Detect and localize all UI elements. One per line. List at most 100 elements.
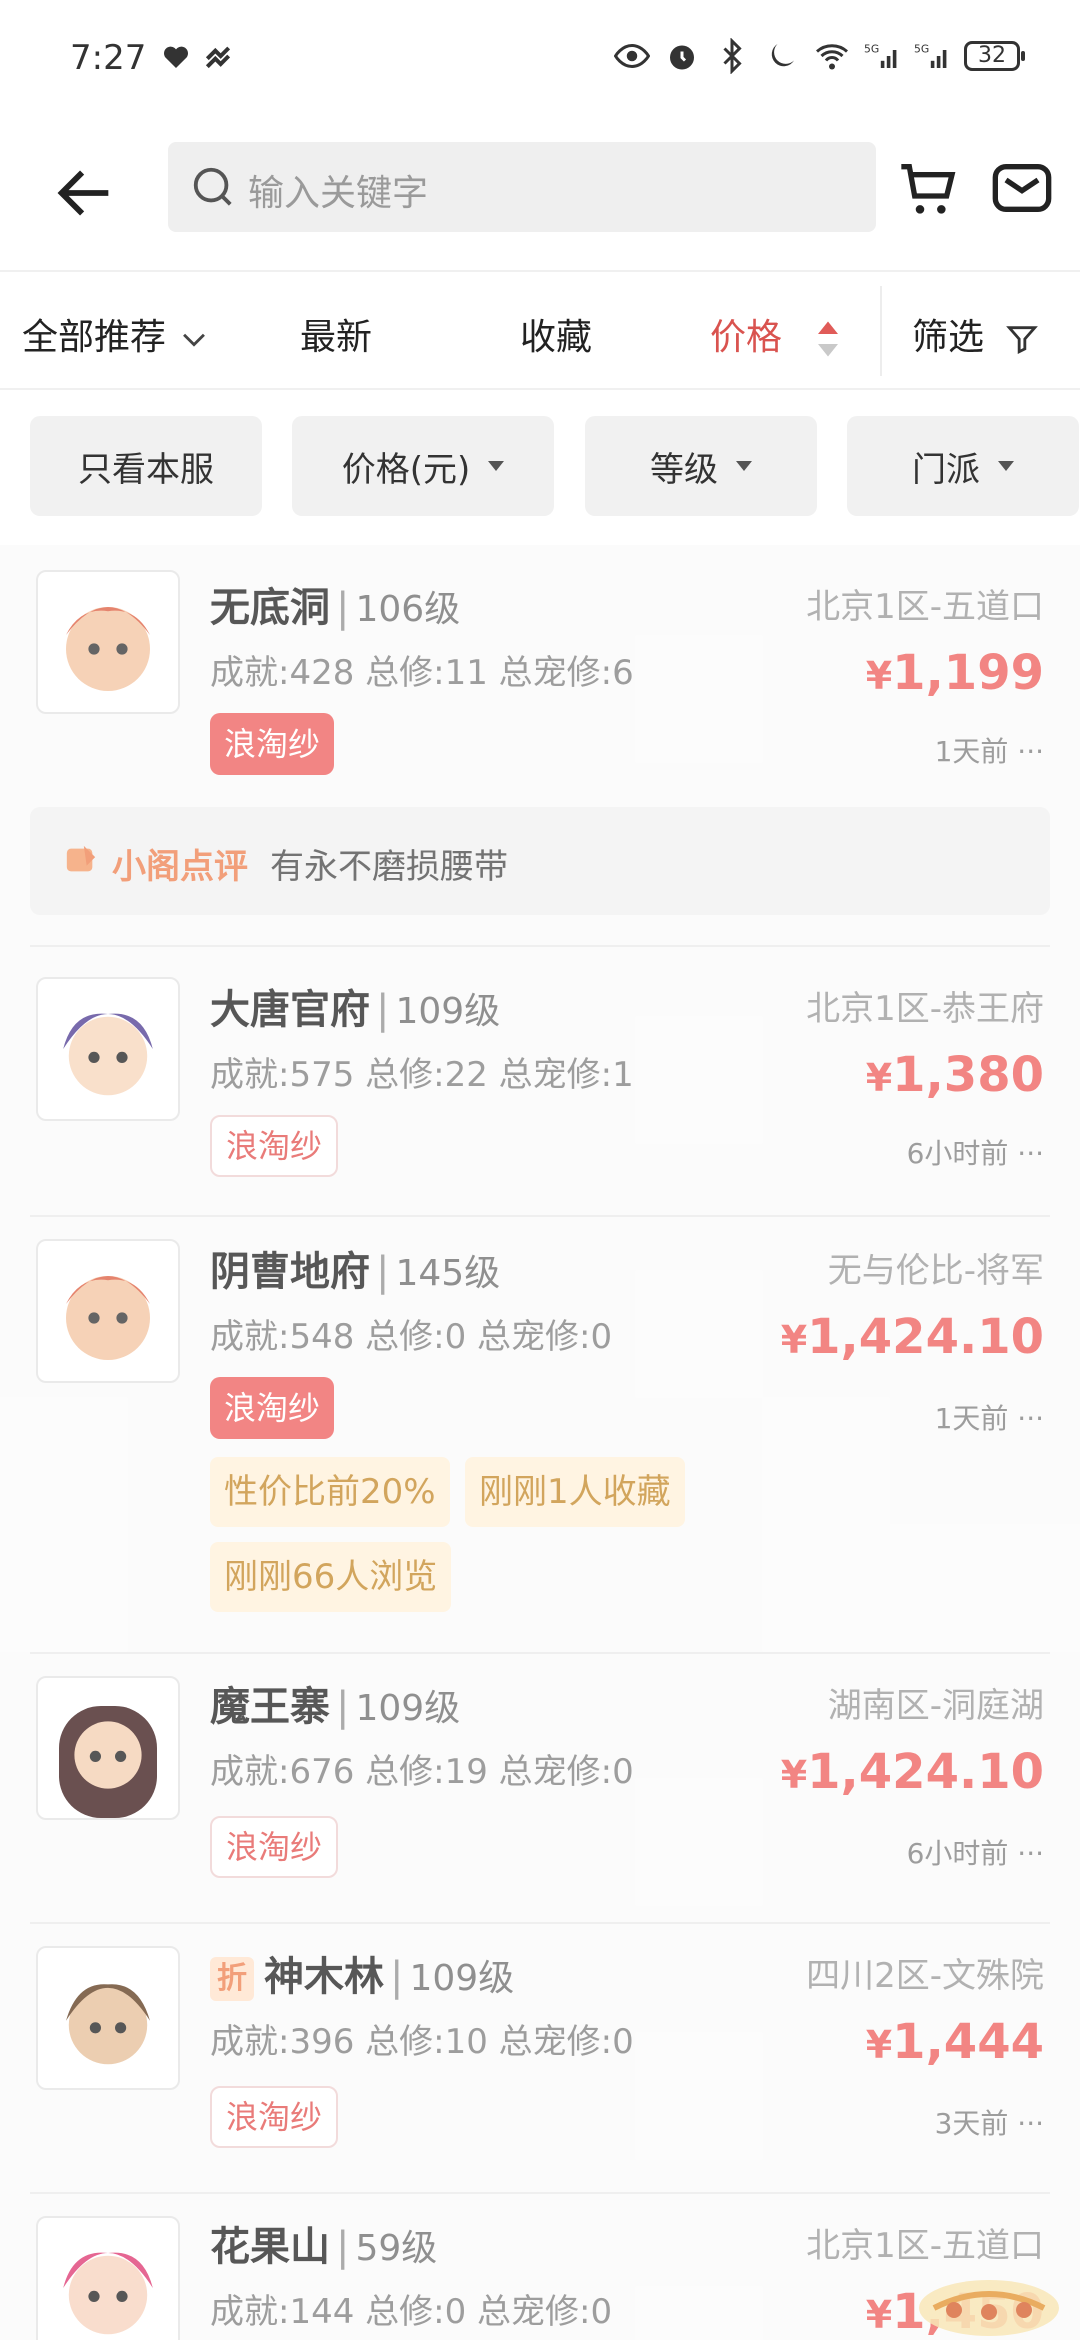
shopping-cart-icon[interactable] xyxy=(896,156,960,220)
list-item[interactable]: 大唐官府 | 109级 北京1区-恭王府 成就:575 总修:22 总宠修:1 ¥1… xyxy=(0,947,1080,1215)
item-price: ¥1,444 xyxy=(866,2014,1044,2070)
more-icon[interactable]: ··· xyxy=(1017,1137,1044,1170)
svg-text:5G: 5G xyxy=(914,42,929,55)
item-stats: 成就:396 总修:10 总宠修:0 xyxy=(210,2022,634,2062)
item-name: 无底洞 xyxy=(210,585,330,631)
chip-sect[interactable]: 门派 xyxy=(847,416,1079,516)
more-icon[interactable]: ··· xyxy=(1017,2107,1044,2140)
chip-label: 价格(元) xyxy=(341,449,471,490)
price-value: 1,444 xyxy=(892,2014,1044,2070)
chip-level[interactable]: 等级 xyxy=(585,416,817,516)
item-stats: 成就:575 总修:22 总宠修:1 xyxy=(210,1055,634,1095)
search-input[interactable]: 输入关键字 xyxy=(168,142,876,232)
alarm-icon xyxy=(670,45,694,70)
time-ago: 6小时前 xyxy=(906,1137,1009,1170)
search-icon xyxy=(193,167,232,206)
item-level: 106级 xyxy=(355,589,461,630)
item-name: 花果山 xyxy=(210,2224,330,2270)
tag-value-rank: 性价比前20% xyxy=(210,1457,450,1527)
time-ago: 3天前 xyxy=(934,2107,1009,2140)
item-stats: 成就:428 总修:11 总宠修:6 xyxy=(210,653,634,693)
item-server: 北京1区-恭王府 xyxy=(806,989,1044,1029)
divider xyxy=(880,286,882,376)
chip-label: 只看本服 xyxy=(78,449,214,490)
currency-symbol: ¥ xyxy=(780,1318,808,1362)
tab-label: 价格 xyxy=(710,317,783,358)
chip-same-server[interactable]: 只看本服 xyxy=(30,416,262,516)
tag-langtaosha: 浪淘纱 xyxy=(210,2086,339,2148)
more-icon[interactable]: ··· xyxy=(1017,1402,1044,1435)
item-level: 145级 xyxy=(395,1253,501,1294)
sort-arrows-icon xyxy=(818,321,839,357)
review-text: 有永不磨损腰带 xyxy=(270,847,508,887)
price-value: 1,424.10 xyxy=(807,1309,1044,1365)
chip-label: 等级 xyxy=(650,449,718,490)
item-time: 6小时前 ··· xyxy=(907,1132,1044,1172)
item-server: 无与伦比-将军 xyxy=(827,1251,1044,1291)
time-ago: 1天前 xyxy=(934,1402,1009,1435)
tag-recent-favorite: 刚刚1人收藏 xyxy=(465,1457,685,1527)
dropdown-triangle-icon xyxy=(998,461,1014,471)
list-item[interactable]: 折神木林 | 109级 四川2区-文殊院 成就:396 总修:10 总宠修:0 ¥1… xyxy=(0,1924,1080,2192)
price-value: 1,380 xyxy=(892,1047,1044,1103)
avatar xyxy=(36,1946,180,2090)
tab-price[interactable]: 价格 xyxy=(710,308,843,360)
item-time: 1天前 ··· xyxy=(935,1397,1044,1437)
tag-recent-views: 刚刚66人浏览 xyxy=(210,1542,452,1612)
item-stats: 成就:144 总修:0 总宠修:0 xyxy=(210,2292,613,2332)
list-item[interactable]: 魔王寨 | 109级 湖南区-洞庭湖 成就:676 总修:19 总宠修:0 ¥1,4… xyxy=(0,1654,1080,1922)
item-server: 四川2区-文殊院 xyxy=(806,1956,1044,1996)
dropdown-triangle-icon xyxy=(488,461,505,471)
signal-5g-icon: 5G xyxy=(914,42,947,68)
item-stats: 成就:548 总修:0 总宠修:0 xyxy=(210,1317,613,1357)
avatar xyxy=(36,2216,180,2340)
item-level: 109级 xyxy=(355,1688,461,1729)
tab-all-recommended[interactable]: 全部推荐 xyxy=(22,308,211,360)
message-icon[interactable] xyxy=(990,156,1054,220)
back-arrow-icon[interactable] xyxy=(50,158,120,228)
avatar xyxy=(36,1239,180,1383)
bluetooth-icon xyxy=(723,38,742,74)
list-item[interactable]: 阴曹地府 | 145级 无与伦比-将军 成就:548 总修:0 总宠修:0 ¥1,4… xyxy=(0,1217,1080,1652)
dropdown-triangle-icon xyxy=(736,461,752,471)
wifi-icon xyxy=(816,44,848,70)
avatar xyxy=(36,570,180,714)
item-price: ¥1,424.10 xyxy=(781,1744,1044,1800)
eye-icon xyxy=(614,43,650,69)
currency-symbol: ¥ xyxy=(865,2293,893,2337)
item-server: 北京1区-五道口 xyxy=(806,587,1044,627)
review-label: 小阁点评 xyxy=(112,847,248,887)
price-value: 1,199 xyxy=(892,645,1044,701)
item-time: 1天前 ··· xyxy=(935,730,1044,770)
tab-newest[interactable]: 最新 xyxy=(300,308,372,360)
more-icon[interactable]: ··· xyxy=(1017,735,1044,768)
chip-price[interactable]: 价格(元) xyxy=(292,416,554,516)
filter-funnel-icon xyxy=(1006,326,1039,355)
item-level: 59级 xyxy=(355,2228,438,2269)
item-name: 阴曹地府 xyxy=(210,1249,370,1295)
list-item[interactable]: 无底洞 | 106级 北京1区-五道口 成就:428 总修:11 总宠修:6 ¥1,… xyxy=(0,545,1080,945)
discount-badge: 折 xyxy=(210,1957,254,2001)
more-icon[interactable]: ··· xyxy=(1017,1837,1044,1870)
item-price: ¥1,199 xyxy=(866,645,1044,701)
chevron-down-icon xyxy=(183,333,206,347)
item-price: ¥1,380 xyxy=(866,1047,1044,1103)
filter-button[interactable]: 筛选 xyxy=(912,308,1039,360)
search-placeholder: 输入关键字 xyxy=(248,173,429,214)
item-name: 大唐官府 xyxy=(210,987,370,1033)
price-value: 1,424.10 xyxy=(807,1744,1044,1800)
top-header: 输入关键字 xyxy=(0,120,1080,270)
item-stats: 成就:676 总修:19 总宠修:0 xyxy=(210,1752,634,1792)
currency-symbol: ¥ xyxy=(780,1753,808,1797)
time-ago: 6小时前 xyxy=(906,1837,1009,1870)
item-time: 3天前 ··· xyxy=(935,2102,1044,2142)
tab-favorites[interactable]: 收藏 xyxy=(520,308,592,360)
tag-langtaosha: 浪淘纱 xyxy=(210,713,335,775)
listing-list: 无底洞 | 106级 北京1区-五道口 成就:428 总修:11 总宠修:6 ¥1,… xyxy=(0,545,1080,2340)
item-server: 湖南区-洞庭湖 xyxy=(827,1686,1044,1726)
time-ago: 1天前 xyxy=(934,735,1009,768)
item-name: 神木林 xyxy=(264,1954,384,2000)
avatar xyxy=(36,977,180,1121)
heart-icon xyxy=(164,46,188,68)
filter-chips: 只看本服 价格(元) 等级 门派 xyxy=(0,390,1080,540)
